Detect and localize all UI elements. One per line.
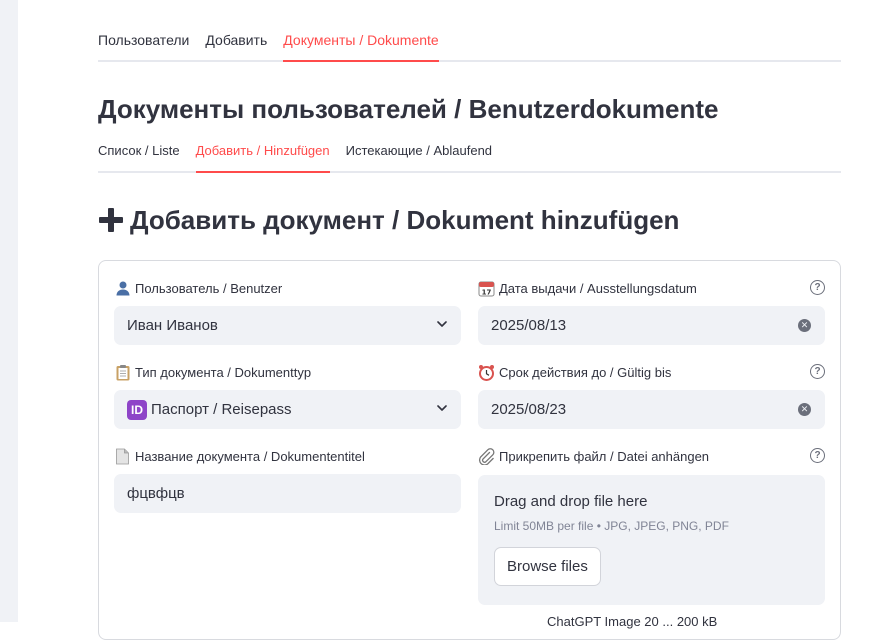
tab-add-document[interactable]: Добавить / Hinzufügen — [195, 143, 330, 173]
issue-date-value: 2025/08/13 — [491, 317, 567, 334]
help-icon[interactable]: ? — [810, 364, 825, 379]
dropzone-limits: Limit 50MB per file • JPG, JPEG, PNG, PD… — [494, 519, 729, 533]
plus-icon — [98, 207, 124, 233]
page-title: Документы пользователей / Benutzerdokume… — [98, 94, 719, 124]
user-label: Пользователь / Benutzer — [114, 278, 461, 298]
doc-type-select-value: Паспорт / Reisepass — [151, 401, 292, 418]
clear-icon[interactable]: ✕ — [798, 403, 811, 416]
doc-title-input[interactable]: фцвфцв — [114, 474, 461, 513]
user-select[interactable]: Иван Иванов — [114, 306, 461, 345]
doc-title-label: Название документа / Dokumententitel — [114, 446, 461, 466]
svg-text:17: 17 — [482, 288, 492, 296]
help-icon[interactable]: ? — [810, 448, 825, 463]
section-title: Добавить документ / Dokument hinzufügen — [98, 202, 841, 238]
help-icon[interactable]: ? — [810, 280, 825, 295]
issue-date-input[interactable]: 2025/08/13 ✕ — [478, 306, 825, 345]
id-icon: ID — [127, 399, 147, 420]
user-select-value: Иван Иванов — [127, 317, 218, 334]
tab-users[interactable]: Пользователи — [98, 32, 189, 60]
chevron-down-icon — [437, 405, 447, 411]
issue-date-field: 17 Дата выдачи / Ausstellungsdatum ? 202… — [478, 278, 825, 345]
valid-until-value: 2025/08/23 — [491, 401, 567, 418]
section-title-text: Добавить документ / Dokument hinzufügen — [130, 204, 680, 235]
clipboard-icon — [114, 364, 131, 381]
tab-documents[interactable]: Документы / Dokumente — [283, 32, 440, 62]
chevron-down-icon — [437, 321, 447, 327]
document-page-icon — [114, 448, 131, 465]
doc-type-label: Тип документа / Dokumenttyp — [114, 362, 461, 382]
valid-until-field: Срок действия до / Gültig bis ? 2025/08/… — [478, 362, 825, 429]
paperclip-icon — [478, 447, 495, 465]
tab-expiring[interactable]: Истекающие / Ablaufend — [346, 143, 492, 171]
valid-until-input[interactable]: 2025/08/23 ✕ — [478, 390, 825, 429]
tab-list[interactable]: Список / Liste — [98, 143, 180, 171]
dropzone-title: Drag and drop file here — [494, 493, 648, 510]
clear-icon[interactable]: ✕ — [798, 319, 811, 332]
sidebar-strip — [0, 0, 18, 622]
user-silhouette-icon — [114, 280, 131, 297]
attachment-field: Прикрепить файл / Datei anhängen ? Drag … — [478, 446, 825, 605]
tab-add[interactable]: Добавить — [205, 32, 267, 60]
doc-title-field: Название документа / Dokumententitel фцв… — [114, 446, 461, 513]
issue-date-label: 17 Дата выдачи / Ausstellungsdatum — [478, 278, 825, 298]
alarm-clock-icon — [478, 364, 495, 381]
add-document-form: Пользователь / Benutzer Иван Иванов 17 Д… — [98, 260, 841, 640]
doc-title-value: фцвфцв — [127, 485, 185, 502]
top-tabs: Пользователи Добавить Документы / Dokume… — [98, 0, 841, 62]
doc-type-field: Тип документа / Dokumenttyp ID Паспорт /… — [114, 362, 461, 429]
attachment-label: Прикрепить файл / Datei anhängen — [478, 446, 825, 466]
sub-tabs: Список / Liste Добавить / Hinzufügen Ист… — [98, 143, 841, 173]
calendar-icon: 17 — [478, 280, 495, 297]
doc-type-select[interactable]: ID Паспорт / Reisepass — [114, 390, 461, 429]
valid-until-label: Срок действия до / Gültig bis — [478, 362, 825, 382]
main-content: Пользователи Добавить Документы / Dokume… — [98, 0, 841, 640]
file-dropzone[interactable]: Drag and drop file here Limit 50MB per f… — [478, 475, 825, 605]
user-field: Пользователь / Benutzer Иван Иванов — [114, 278, 461, 345]
browse-files-button[interactable]: Browse files — [494, 547, 601, 586]
